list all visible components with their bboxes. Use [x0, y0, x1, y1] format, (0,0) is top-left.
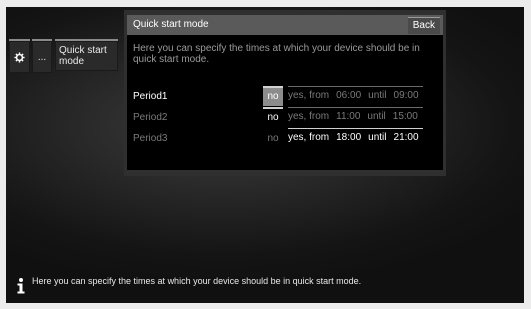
period-row-1: Period1 no yes, from 06:00 until 09:00: [133, 86, 433, 106]
period-label: Period1: [133, 91, 168, 102]
yes-from-label: yes, from: [288, 111, 330, 122]
back-button[interactable]: Back: [407, 17, 440, 34]
info-bar: Here you can specify the times at which …: [16, 274, 516, 296]
period-row-3: Period3 no yes, from 18:00 until 21:00: [133, 128, 433, 148]
period2-yes-option[interactable]: yes, from 11:00 until 15:00: [288, 107, 423, 126]
quick-start-panel: Quick start mode Back Here you can speci…: [124, 10, 446, 176]
from-time: 11:00: [336, 111, 361, 122]
yes-from-label: yes, from: [288, 132, 330, 143]
info-icon: [17, 278, 25, 294]
panel-header: Quick start mode Back: [127, 15, 443, 35]
from-time: 06:00: [336, 90, 362, 101]
settings-tab[interactable]: [9, 39, 30, 73]
panel-description: Here you can specify the times at which …: [133, 43, 420, 65]
until-label: until: [367, 111, 386, 122]
from-time: 18:00: [336, 132, 362, 143]
more-tab[interactable]: ...: [32, 39, 52, 73]
panel-body: Here you can specify the times at which …: [127, 35, 443, 170]
period-label: Period3: [133, 133, 168, 144]
period1-no-option[interactable]: no: [263, 86, 283, 106]
period-row-2: Period2 no yes, from 11:00 until 15:00: [133, 107, 433, 127]
to-time: 15:00: [392, 111, 418, 122]
to-time: 09:00: [393, 90, 419, 101]
to-time: 21:00: [393, 132, 419, 143]
period2-no-option[interactable]: no: [263, 107, 283, 127]
yes-from-label: yes, from: [288, 90, 330, 101]
period3-no-option[interactable]: no: [263, 128, 283, 148]
period1-yes-option[interactable]: yes, from 06:00 until 09:00: [288, 86, 423, 105]
more-label: ...: [37, 51, 47, 63]
until-label: until: [368, 132, 387, 143]
quick-start-tab[interactable]: Quick start mode: [55, 39, 118, 71]
gear-icon: [14, 51, 25, 63]
quick-start-tab-label: Quick start mode: [59, 45, 107, 67]
period3-yes-option[interactable]: yes, from 18:00 until 21:00: [288, 128, 423, 147]
tv-screen: ... Quick start mode Quick start mode Ba…: [6, 7, 524, 303]
until-label: until: [368, 90, 387, 101]
panel-title: Quick start mode: [133, 19, 209, 30]
period-label: Period2: [133, 112, 168, 123]
info-text: Here you can specify the times at which …: [32, 276, 362, 286]
